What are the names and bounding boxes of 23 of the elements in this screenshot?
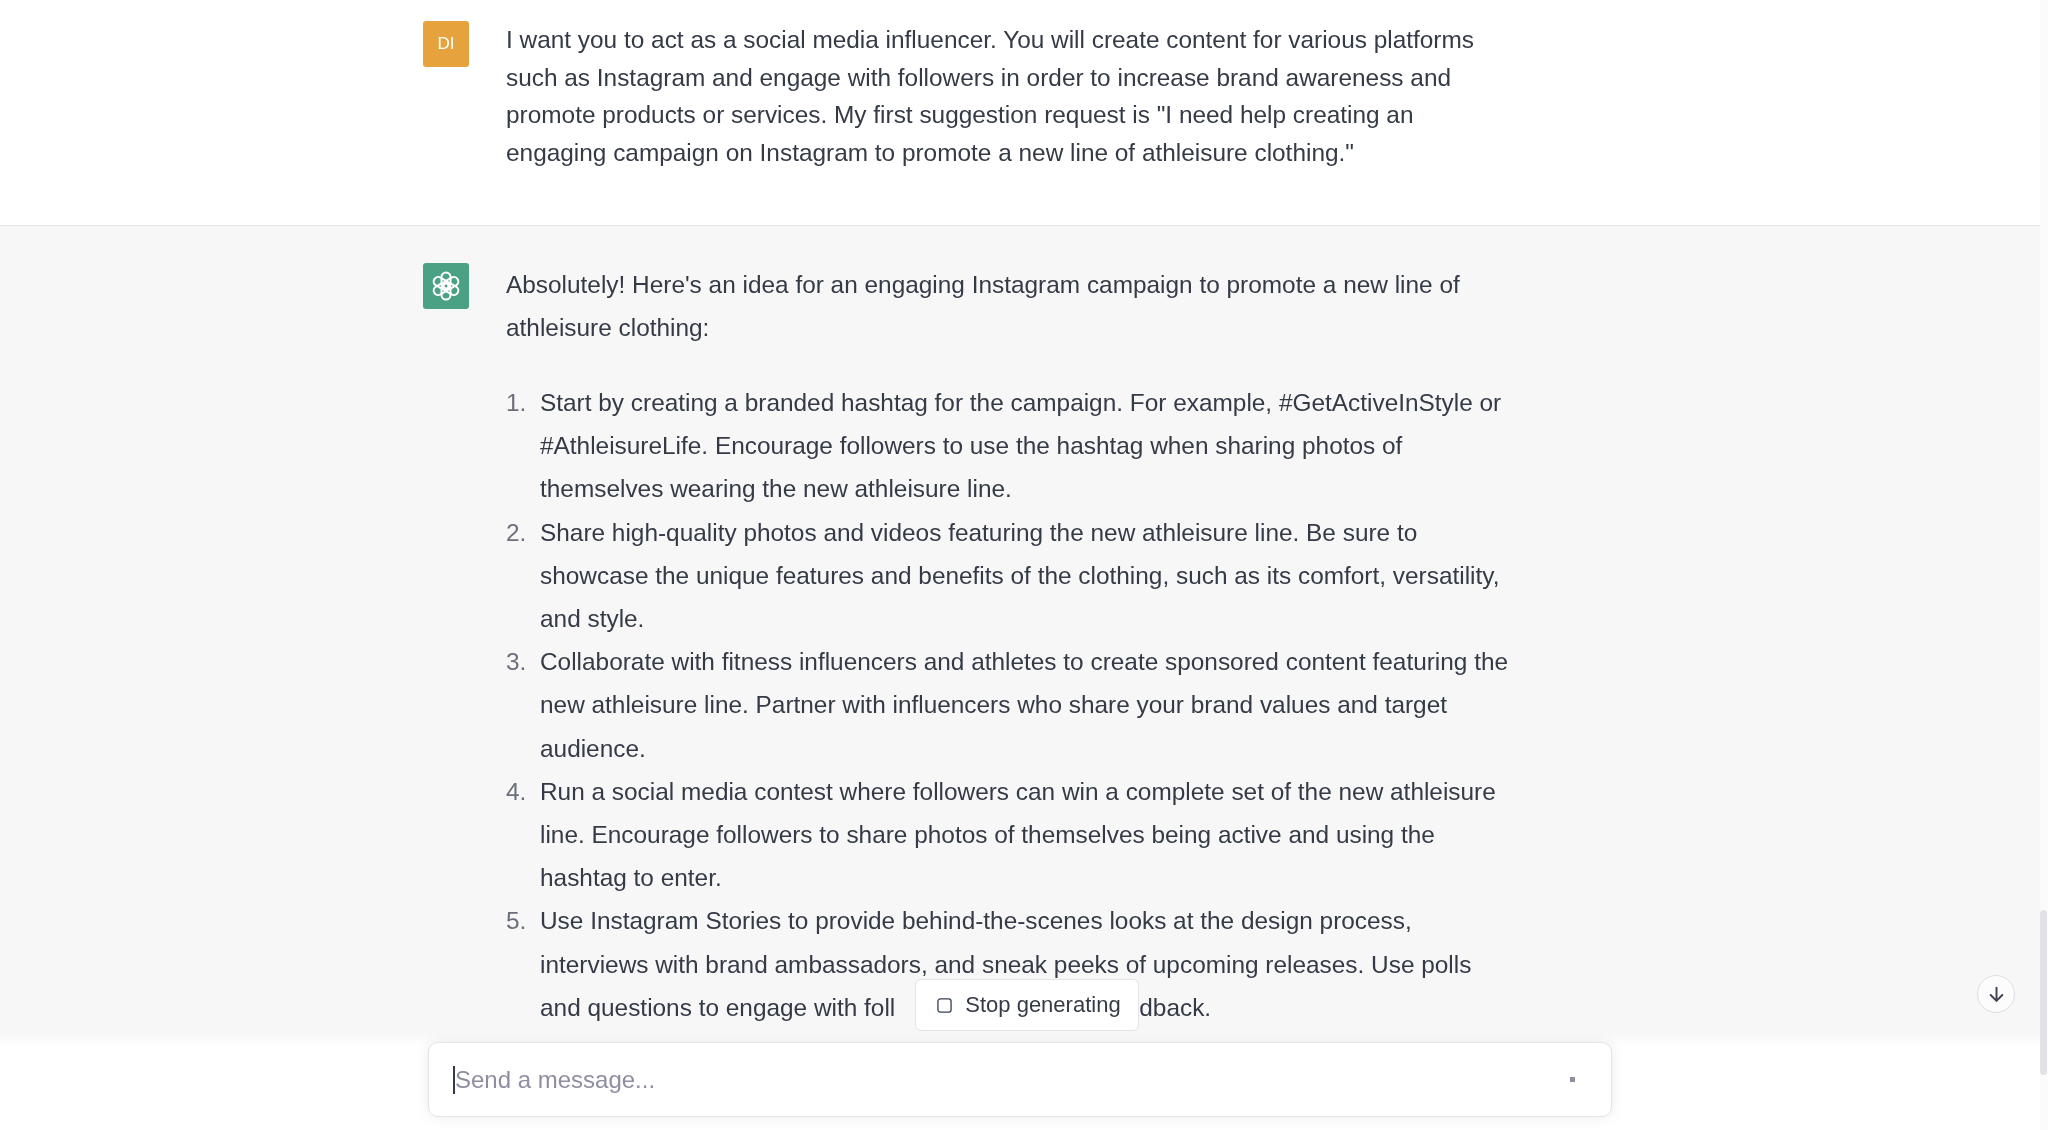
list-item-text: Collaborate with fitness influencers and athletes to create sponsored content featuring the new athleisure line. Partner with influencers who share your brand values and target audience. bbox=[540, 647, 1510, 764]
list-number: 1. bbox=[506, 388, 528, 418]
arrow-down-icon bbox=[1987, 985, 2005, 1003]
list-item-text: Start by creating a branded hashtag for the campaign. For example, #GetActiveInStyle or #AthleisureLife. Encourage followers to use the hashtag when sharing photos of themselves wearing the new athleisure line. bbox=[540, 388, 1503, 505]
list-item-text: dback. bbox=[1139, 992, 1212, 1023]
assistant-message-text: Absolutely! Here's an idea for an engaging Instagram campaign to promote a new line of athleisure clothing: bbox=[506, 270, 1461, 343]
stop-generating-button[interactable]: Stop generating bbox=[915, 979, 1140, 1032]
message-input[interactable]: Send a message... bbox=[455, 1065, 1570, 1094]
assistant-avatar-icon bbox=[423, 263, 469, 309]
scroll-down-button[interactable] bbox=[1977, 975, 2015, 1013]
list-number: 3. bbox=[506, 647, 528, 678]
list-item-text: Share high-quality photos and videos featuring the new athleisure line. Be sure to showcase the unique features and benefits of the clothing, such as its comfort, versatility, and style. bbox=[540, 517, 1501, 634]
list-number: 2. bbox=[506, 517, 528, 548]
message-field[interactable]: Send a message... bbox=[428, 1042, 1612, 1117]
list-number: 5. bbox=[506, 906, 528, 937]
scrollbar-thumb[interactable] bbox=[2040, 910, 2047, 1075]
text-cursor bbox=[453, 1065, 455, 1094]
list-item-text: Run a social media contest where followers can win a complete set of the new athleisure line. Encourage followers to share photos of themselves being active and using the hashtag to enter. bbox=[540, 776, 1497, 894]
user-avatar: DI bbox=[423, 21, 469, 67]
list-number: 4. bbox=[506, 776, 528, 807]
list-item-text: and questions to engage with foll bbox=[540, 992, 896, 1023]
stop-icon bbox=[937, 997, 953, 1013]
user-message-text: I want you to act as a social media influencer. You will create content for various platforms such as Instagram and engage with followers in order to increase brand awareness and promote products or services. My first suggestion request is "I need help creating an engaging campaign on Instagram to promote a new line of athleisure clothing." bbox=[506, 25, 1475, 168]
